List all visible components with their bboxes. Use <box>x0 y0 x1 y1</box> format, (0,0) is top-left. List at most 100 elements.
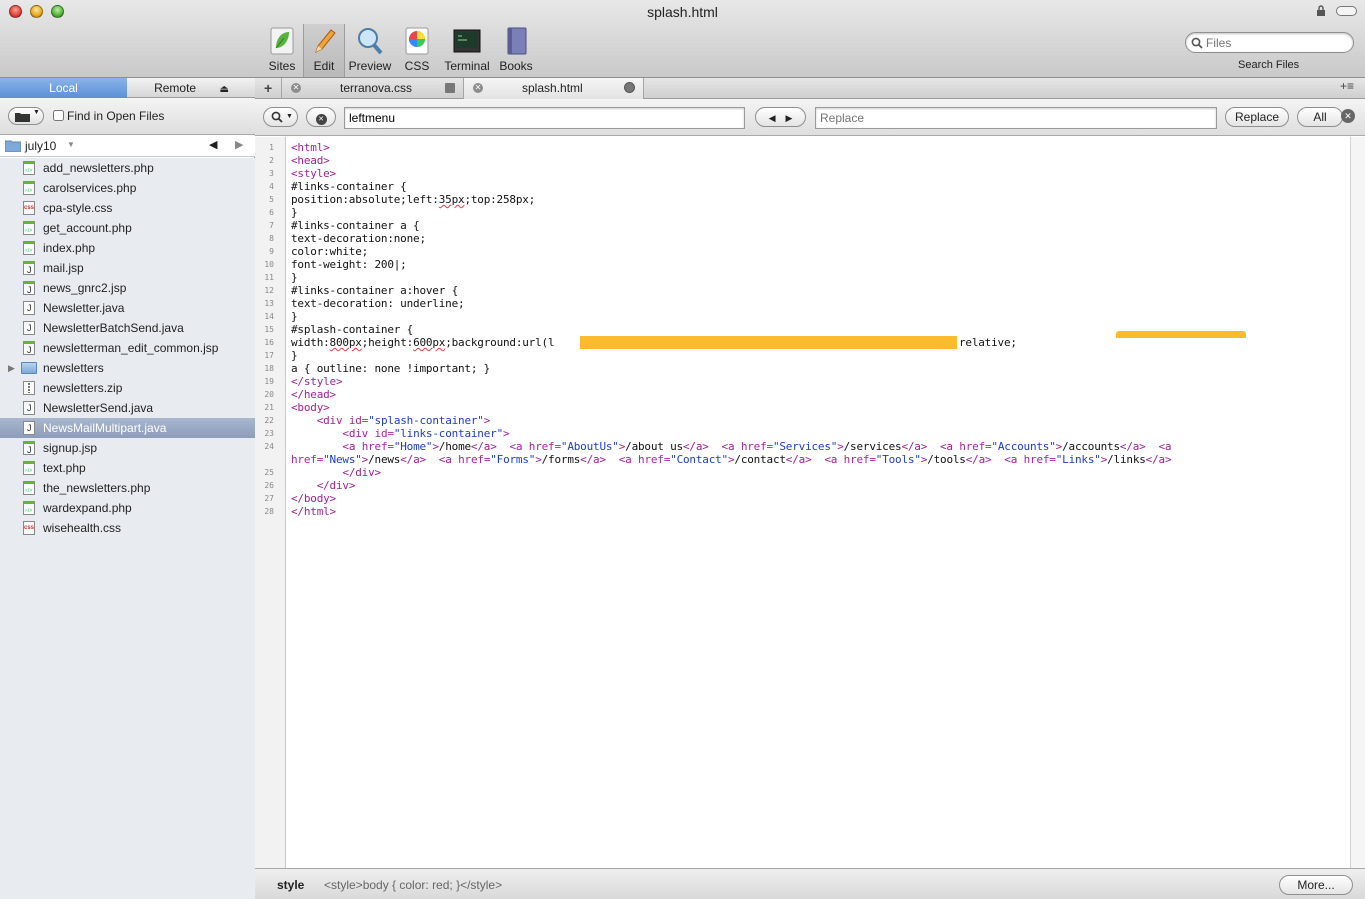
element-path[interactable]: style <box>277 878 304 892</box>
close-tab-icon[interactable]: ✕ <box>291 83 301 93</box>
folder-action-button[interactable]: ▼ <box>8 107 44 125</box>
file-item[interactable]: carolservices.php <box>0 178 255 198</box>
code-line[interactable]: <div id="splash-container"> <box>291 414 491 427</box>
code-line[interactable]: color:white; <box>291 245 368 258</box>
jsp-file-icon <box>23 281 35 295</box>
find-input[interactable] <box>345 108 744 128</box>
edit-tool-button[interactable]: Edit <box>306 26 342 74</box>
code-line[interactable]: position:absolute;left:35px;top:258px; <box>291 193 535 206</box>
replace-all-button[interactable]: All <box>1297 107 1343 127</box>
code-line[interactable]: <a href="Home">/home</a> <a href="AboutU… <box>291 440 1171 453</box>
file-item[interactable]: NewsletterSend.java <box>0 398 255 418</box>
file-item[interactable]: newsletters.zip <box>0 378 255 398</box>
folder-item[interactable]: ▶ newsletters <box>0 358 255 378</box>
tab-splash-html[interactable]: ✕ splash.html <box>464 78 644 99</box>
search-options-button[interactable]: ▼ <box>263 107 298 127</box>
file-item[interactable]: add_newsletters.php <box>0 158 255 178</box>
code-line[interactable]: </body> <box>291 492 336 505</box>
vertical-scrollbar[interactable] <box>1350 137 1365 868</box>
code-line[interactable]: #links-container { <box>291 180 407 193</box>
file-name: newsletters.zip <box>43 381 123 395</box>
code-line[interactable]: } <box>291 349 298 362</box>
code-line[interactable]: <div id="links-container"> <box>291 427 509 440</box>
file-item[interactable]: wardexpand.php <box>0 498 255 518</box>
file-item[interactable]: get_account.php <box>0 218 255 238</box>
eject-icon[interactable]: ⏏ <box>219 84 228 95</box>
terminal-tool-button[interactable]: Terminal <box>441 26 493 74</box>
code-line[interactable]: </div> <box>291 479 356 492</box>
search-files-field[interactable] <box>1185 32 1354 53</box>
replace-field[interactable] <box>815 107 1217 129</box>
replace-button[interactable]: Replace <box>1225 107 1289 127</box>
tab-remote[interactable]: Remote ⏏ <box>128 78 255 98</box>
toolbar-toggle-icon[interactable] <box>1336 6 1357 16</box>
code-line[interactable]: #links-container a { <box>291 219 420 232</box>
code-line[interactable]: <html> <box>291 141 330 154</box>
code-line[interactable]: <style> <box>291 167 336 180</box>
code-line[interactable]: #links-container a:hover { <box>291 284 458 297</box>
php-file-icon <box>23 181 35 195</box>
tab-local[interactable]: Local <box>0 78 127 98</box>
find-previous-icon[interactable]: ◀ <box>769 113 776 123</box>
find-field[interactable] <box>344 107 745 129</box>
css-tool-button[interactable]: CSS <box>401 26 433 74</box>
disclosure-triangle-icon[interactable]: ▶ <box>8 358 15 378</box>
code-line[interactable]: <head> <box>291 154 330 167</box>
new-tab-plus-icon[interactable]: + <box>264 80 272 96</box>
magnifier-preview-icon <box>358 28 383 55</box>
php-file-icon <box>23 501 35 515</box>
code-line[interactable]: </html> <box>291 505 336 518</box>
code-line[interactable]: </head> <box>291 388 336 401</box>
find-prev-next-buttons[interactable]: ◀ ▶ <box>755 107 806 127</box>
find-in-open-files-label: Find in Open Files <box>67 109 165 123</box>
close-tab-icon[interactable]: ✕ <box>473 83 483 93</box>
terminal-icon <box>453 29 481 53</box>
tab-terranova-css[interactable]: ✕ terranova.css <box>281 78 464 99</box>
code-line[interactable]: text-decoration:none; <box>291 232 426 245</box>
file-item[interactable]: cpa-style.css <box>0 198 255 218</box>
current-folder-name[interactable]: july10 <box>25 139 56 153</box>
file-item[interactable]: index.php <box>0 238 255 258</box>
line-number: 16 <box>264 338 274 347</box>
code-line[interactable]: font-weight: 200|; <box>291 258 407 271</box>
code-line[interactable]: text-decoration: underline; <box>291 297 465 310</box>
sites-tool-button[interactable]: Sites <box>265 26 299 74</box>
close-find-bar-icon[interactable]: ✕ <box>1341 109 1355 123</box>
line-number: 18 <box>264 364 274 373</box>
books-label: Books <box>499 59 533 73</box>
file-item[interactable]: the_newsletters.php <box>0 478 255 498</box>
chevron-down-icon[interactable]: ▼ <box>67 140 75 149</box>
code-line[interactable]: #splash-container { <box>291 323 413 336</box>
more-button[interactable]: More... <box>1279 875 1353 895</box>
code-line[interactable]: } <box>291 206 298 219</box>
search-files-input[interactable] <box>1206 35 1346 51</box>
find-in-open-files-toggle[interactable] <box>53 110 64 121</box>
books-tool-button[interactable]: Books <box>498 26 534 74</box>
code-editor[interactable]: <html> <head> <style> #links-container {pos… <box>287 137 1350 868</box>
file-item[interactable]: NewsMailMultipart.java <box>0 418 255 438</box>
replace-input[interactable] <box>816 108 1216 128</box>
file-item[interactable]: NewsletterBatchSend.java <box>0 318 255 338</box>
code-line[interactable]: } <box>291 271 298 284</box>
code-line[interactable]: </style> <box>291 375 343 388</box>
file-item[interactable]: news_gnrc2.jsp <box>0 278 255 298</box>
code-line[interactable]: href="News">/news</a> <a href="Forms">/f… <box>291 453 1172 466</box>
code-line[interactable]: <body> <box>291 401 330 414</box>
file-item[interactable]: wisehealth.css <box>0 518 255 538</box>
file-item[interactable]: Newsletter.java <box>0 298 255 318</box>
find-next-icon[interactable]: ▶ <box>786 113 793 123</box>
clear-search-button[interactable]: ✕ <box>306 107 336 127</box>
file-item[interactable]: signup.jsp <box>0 438 255 458</box>
code-line[interactable]: a { outline: none !important; } <box>291 362 490 375</box>
tab-menu-icon[interactable]: +≡ <box>1340 79 1354 93</box>
file-item[interactable]: mail.jsp <box>0 258 255 278</box>
preview-tool-button[interactable]: Preview <box>347 26 393 74</box>
file-item[interactable]: text.php <box>0 458 255 478</box>
find-in-open-files-checkbox[interactable]: Find in Open Files <box>53 109 164 123</box>
file-item[interactable]: newsletterman_edit_common.jsp <box>0 338 255 358</box>
code-line[interactable]: } <box>291 310 298 323</box>
back-arrow-icon[interactable]: ◀ <box>209 138 217 151</box>
code-line[interactable]: </div> <box>291 466 381 479</box>
code-line[interactable]: width:800px;height:600px;background:url(… <box>291 331 1246 349</box>
forward-arrow-icon[interactable]: ▶ <box>235 138 243 151</box>
